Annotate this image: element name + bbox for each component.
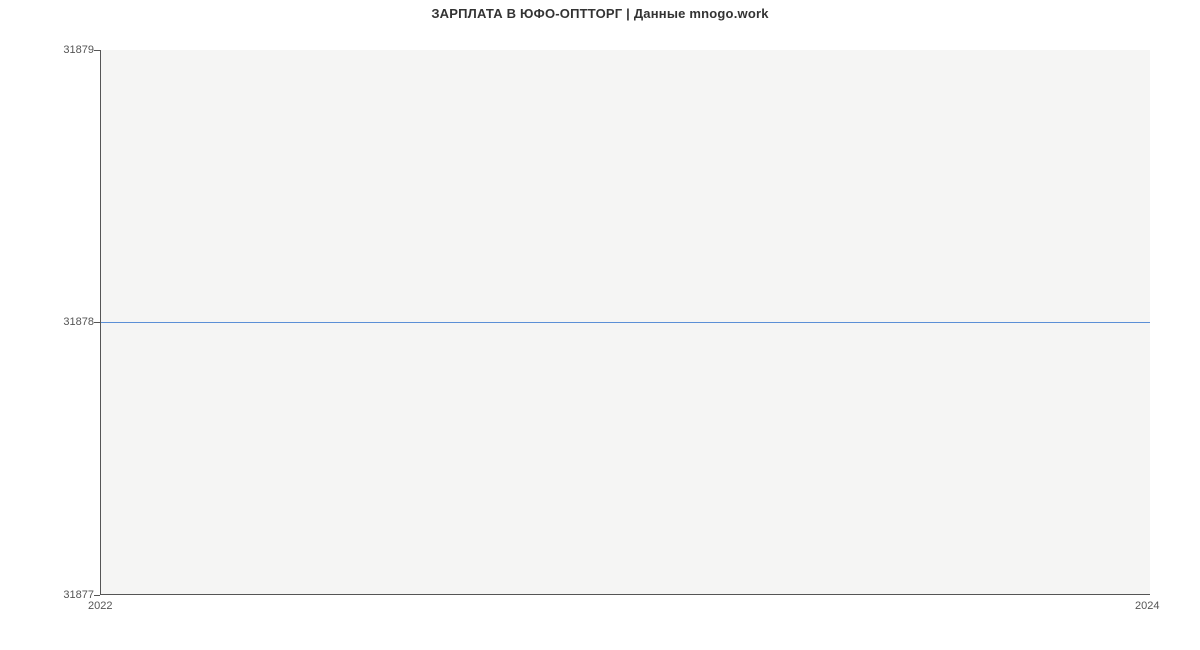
x-tick-label-right: 2024 [1135,600,1159,612]
y-tick-label-mid: 31878 [4,316,94,328]
y-tick-label-top: 31879 [4,44,94,56]
plot-area [100,50,1150,595]
series-line-salary [101,322,1150,323]
chart-title: ЗАРПЛАТА В ЮФО-ОПТТОРГ | Данные mnogo.wo… [0,6,1200,21]
x-tick-label-left: 2022 [88,600,112,612]
salary-line-chart: ЗАРПЛАТА В ЮФО-ОПТТОРГ | Данные mnogo.wo… [0,0,1200,650]
y-tick-label-bottom: 31877 [4,589,94,601]
y-tick-mark [94,595,100,596]
